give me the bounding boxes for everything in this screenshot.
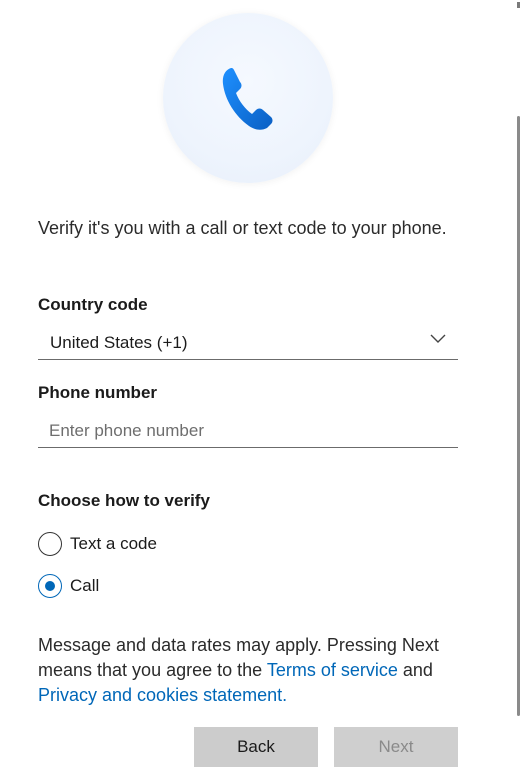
country-code-value: United States (+1) <box>50 333 188 352</box>
privacy-statement-link[interactable]: Privacy and cookies statement. <box>38 685 287 705</box>
terms-of-service-link[interactable]: Terms of service <box>267 660 398 680</box>
phone-hero-badge <box>163 13 333 183</box>
next-button[interactable]: Next <box>334 727 458 767</box>
phone-handset-icon <box>222 68 273 130</box>
country-code-select[interactable]: United States (+1) <box>38 326 458 360</box>
disclaimer-text: Message and data rates may apply. Pressi… <box>38 633 468 708</box>
phone-number-input[interactable] <box>38 414 458 448</box>
country-code-label: Country code <box>38 295 148 314</box>
chevron-down-icon <box>430 334 446 343</box>
call-radio[interactable] <box>38 574 62 598</box>
disclaimer-and: and <box>397 660 433 680</box>
intro-text: Verify it's you with a call or text code… <box>38 218 447 238</box>
text-code-radio[interactable] <box>38 532 62 556</box>
call-radio-label: Call <box>70 576 100 595</box>
verify-method-heading: Choose how to verify <box>38 491 210 510</box>
phone-number-label: Phone number <box>38 383 158 402</box>
back-button[interactable]: Back <box>194 727 318 767</box>
scrollbar[interactable] <box>516 0 520 772</box>
text-code-radio-label: Text a code <box>70 534 157 553</box>
